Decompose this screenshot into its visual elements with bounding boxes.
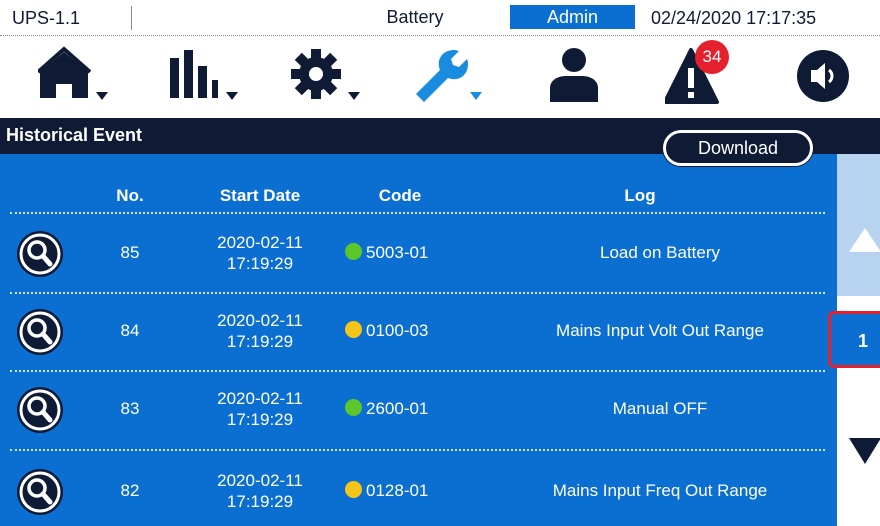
- magnifier-icon[interactable]: [16, 468, 64, 516]
- event-code-text: 0128-01: [366, 481, 429, 500]
- page-up-icon[interactable]: [849, 228, 880, 252]
- page-up-area[interactable]: [837, 154, 880, 296]
- datetime: 02/24/2020 17:17:35: [651, 8, 817, 28]
- status-dot-icon: [345, 399, 362, 416]
- column-header-no: No.: [116, 186, 144, 205]
- event-code: 0128-01: [345, 481, 465, 501]
- user-icon[interactable]: [548, 46, 628, 108]
- page-title: Historical Event: [6, 125, 143, 145]
- event-start-date: 2020-02-11 17:19:29: [200, 310, 320, 352]
- event-time: 17:19:29: [226, 254, 294, 273]
- main-nav: 34: [0, 36, 880, 116]
- table-row: 84 2020-02-11 17:19:29 0100-03 Mains Inpu…: [0, 300, 837, 360]
- event-number: 82: [120, 481, 140, 500]
- sound-icon[interactable]: [795, 46, 875, 108]
- gear-icon[interactable]: [290, 46, 370, 108]
- event-code: 0100-03: [345, 321, 465, 341]
- status-dot-icon: [345, 243, 362, 260]
- download-button[interactable]: Download: [663, 130, 813, 166]
- event-code-text: 2600-01: [366, 399, 429, 418]
- event-code-text: 0100-03: [366, 321, 429, 340]
- event-number: 84: [120, 321, 140, 340]
- magnifier-icon[interactable]: [16, 386, 64, 434]
- event-time: 17:19:29: [226, 332, 294, 351]
- event-log: Mains Input Volt Out Range: [556, 321, 764, 340]
- status-dot-icon: [345, 481, 362, 498]
- ups-status-text: Battery: [386, 7, 444, 27]
- event-code: 2600-01: [345, 399, 465, 419]
- event-time: 17:19:29: [226, 492, 294, 511]
- home-icon[interactable]: [38, 46, 118, 108]
- event-date: 2020-02-11: [217, 389, 303, 408]
- alarm-icon[interactable]: 34: [665, 40, 745, 108]
- column-header-log: Log: [624, 186, 656, 205]
- row-divider: [10, 212, 825, 214]
- event-start-date: 2020-02-11 17:19:29: [200, 232, 320, 274]
- event-log: Mains Input Freq Out Range: [552, 481, 768, 500]
- event-date: 2020-02-11: [217, 471, 303, 490]
- row-divider: [10, 449, 825, 451]
- table-row: 83 2020-02-11 17:19:29 2600-01 Manual OFF: [0, 378, 837, 438]
- pager: 1: [828, 154, 880, 526]
- alarm-count-badge: 34: [695, 40, 729, 74]
- page-down-area[interactable]: [837, 383, 880, 526]
- event-date: 2020-02-11: [217, 233, 303, 252]
- current-page-number: 1: [858, 331, 869, 351]
- event-log: Load on Battery: [599, 243, 721, 262]
- event-table: No. Start Date Code Log 85 2020-02-11 17:…: [0, 154, 837, 526]
- status-bar: UPS-1.1 Battery Admin 02/24/2020 17:17:3…: [0, 0, 880, 36]
- column-header-start-date: Start Date: [219, 186, 301, 205]
- event-code: 5003-01: [345, 243, 465, 263]
- status-dot-icon: [345, 321, 362, 338]
- bar-chart-icon[interactable]: [168, 46, 248, 108]
- event-number: 85: [120, 243, 140, 262]
- magnifier-icon[interactable]: [16, 230, 64, 278]
- page-down-icon[interactable]: [849, 438, 880, 464]
- event-log: Manual OFF: [612, 399, 708, 418]
- event-start-date: 2020-02-11 17:19:29: [200, 388, 320, 430]
- table-row: 82 2020-02-11 17:19:29 0128-01 Mains Inpu…: [0, 460, 837, 520]
- magnifier-icon[interactable]: [16, 308, 64, 356]
- event-date: 2020-02-11: [217, 311, 303, 330]
- table-row: 85 2020-02-11 17:19:29 5003-01 Load on Ba…: [0, 222, 837, 282]
- event-start-date: 2020-02-11 17:19:29: [200, 470, 320, 512]
- user-badge: Admin: [510, 5, 635, 29]
- wrench-icon[interactable]: [412, 46, 492, 108]
- current-page-indicator[interactable]: 1: [828, 311, 880, 368]
- event-code-text: 5003-01: [366, 243, 429, 262]
- row-divider: [10, 370, 825, 372]
- event-time: 17:19:29: [226, 410, 294, 429]
- event-number: 83: [120, 399, 140, 418]
- row-divider: [10, 292, 825, 294]
- column-header-code: Code: [378, 186, 422, 205]
